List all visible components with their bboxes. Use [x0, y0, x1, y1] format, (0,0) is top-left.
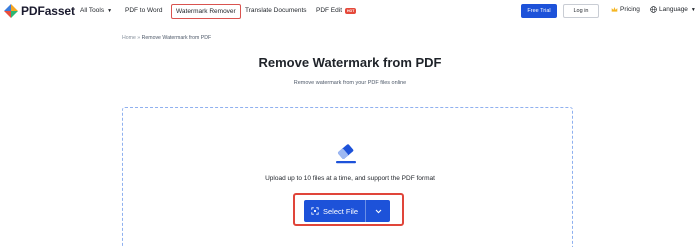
nav-watermark-remover-label: Watermark Remover	[176, 7, 236, 15]
globe-icon	[650, 6, 657, 13]
frame-icon	[311, 207, 319, 215]
login-button[interactable]: Log in	[563, 4, 599, 18]
page-subtitle: Remove watermark from your PDF files onl…	[293, 80, 407, 86]
eraser-icon	[336, 144, 356, 164]
page-title: Remove Watermark from PDF	[258, 55, 442, 70]
breadcrumb-current: Remove Watermark from PDF	[141, 35, 212, 41]
nav-all-tools-label: All Tools	[80, 7, 105, 14]
nav-all-tools[interactable]: All Tools ▼	[80, 7, 112, 14]
pricing-link[interactable]: Pricing	[611, 6, 640, 13]
brand-logo[interactable]: PDFasset	[4, 4, 75, 18]
nav-pdf-edit[interactable]: PDF Edit HOT	[316, 7, 357, 14]
chevron-down-icon	[375, 209, 381, 213]
select-file-group: Select File	[304, 200, 390, 222]
nav-pdf-to-word[interactable]: PDF to Word	[125, 7, 162, 14]
select-file-button[interactable]: Select File	[304, 200, 365, 222]
nav-watermark-remover[interactable]: Watermark Remover	[171, 4, 241, 19]
breadcrumb: Home » Remove Watermark from PDF	[122, 35, 211, 41]
language-selector[interactable]: Language ▼	[650, 6, 696, 13]
caret-down-icon: ▼	[690, 6, 696, 13]
nav-pdf-to-word-label: PDF to Word	[125, 7, 163, 14]
nav-translate-documents-label: Translate Documents	[245, 7, 307, 14]
free-trial-button[interactable]: Free Trial	[521, 4, 557, 18]
pdfasset-logo-icon	[4, 4, 18, 18]
caret-down-icon: ▼	[107, 7, 113, 14]
hot-badge: HOT	[345, 7, 357, 14]
select-file-label: Select File	[322, 206, 358, 216]
select-file-dropdown-button[interactable]	[366, 200, 390, 222]
brand-name: PDFasset	[21, 4, 75, 18]
pricing-label: Pricing	[620, 6, 640, 13]
breadcrumb-home[interactable]: Home	[122, 35, 136, 41]
language-label: Language	[659, 6, 688, 13]
nav-pdf-edit-label: PDF Edit	[316, 7, 343, 14]
nav-translate-documents[interactable]: Translate Documents	[245, 7, 307, 14]
upload-hint: Upload up to 10 files at a time, and sup…	[265, 175, 435, 182]
top-header: PDFasset All Tools ▼ PDF to Word Waterma…	[0, 0, 700, 24]
crown-icon	[611, 7, 618, 12]
